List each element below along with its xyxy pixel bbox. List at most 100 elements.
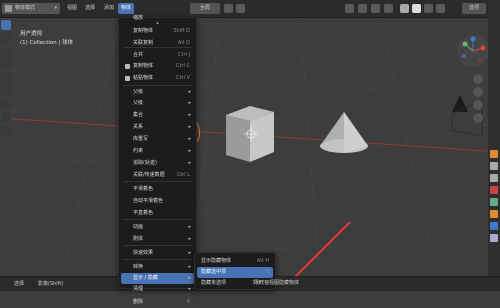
submenu-item-label: 显示隐藏物体 xyxy=(201,258,232,264)
object-menu-item[interactable]: 显示 / 隐藏 ▸ xyxy=(121,273,194,284)
clipboard-icon xyxy=(125,76,130,81)
extra-hint-label: 限时在视图隐藏物体 xyxy=(254,280,300,286)
annotate-tool[interactable] xyxy=(1,100,11,110)
menu-item-label: 平滑着色 xyxy=(133,186,154,192)
object-tab-icon[interactable] xyxy=(490,210,498,218)
submenu-arrow-icon: ▸ xyxy=(188,160,191,166)
menu-item-label: 集合 xyxy=(133,112,144,118)
menu-item-label: 平直着色 xyxy=(133,210,154,216)
submenu-arrow-icon: ▸ xyxy=(188,250,191,256)
camera-view-icon[interactable] xyxy=(473,100,483,110)
overlay-icon[interactable] xyxy=(371,4,380,13)
object-menu-item[interactable]: 自动平滑着色 xyxy=(121,196,194,207)
menu-item-shortcut: Alt D xyxy=(177,40,190,46)
header-bar: 物体模式 ▾ 视图 选择 添加 物体 全局 选项 xyxy=(0,0,500,18)
menu-item-label: 粘贴物体 xyxy=(133,75,154,81)
submenu-item-label: 隐藏选中项 xyxy=(201,269,227,275)
gizmo-toggle-icon[interactable] xyxy=(358,4,367,13)
rendered-shading-icon[interactable] xyxy=(436,4,445,13)
menu-item-shortcut: Ctrl J xyxy=(178,52,190,58)
object-menu-item[interactable]: 关联复制 Alt D xyxy=(121,38,194,49)
object-mode-icon xyxy=(5,5,12,12)
scale-tool[interactable] xyxy=(1,72,11,82)
pan-hand-icon[interactable] xyxy=(473,87,483,97)
zoom-icon[interactable] xyxy=(473,74,483,84)
object-menu-item[interactable]: 复制物体 Ctrl C xyxy=(121,61,194,72)
object-menu-item[interactable]: 追踪(轨迹) ▸ xyxy=(121,158,194,169)
submenu-item[interactable]: 显示隐藏物体 Alt H xyxy=(197,256,273,267)
object-menu-item[interactable]: 库重写 ▸ xyxy=(121,134,194,145)
object-menu-item[interactable]: 关联/传递数据 Ctrl L xyxy=(121,170,194,181)
menu-view[interactable]: 视图 xyxy=(67,3,77,14)
navigation-gizmo[interactable] xyxy=(456,34,490,68)
menu-item-shortcut: Ctrl V xyxy=(176,75,190,81)
output-tab-icon[interactable] xyxy=(490,174,498,182)
world-tab-icon[interactable] xyxy=(490,198,498,206)
submenu-arrow-icon: ▸ xyxy=(188,236,191,242)
submenu-item[interactable]: 隐藏选中项 H xyxy=(197,267,273,278)
proportional-edit-icon[interactable] xyxy=(236,4,245,13)
clipboard-icon xyxy=(125,64,130,69)
object-menu-item[interactable]: 动画 ▸ xyxy=(121,222,194,233)
material-shading-icon[interactable] xyxy=(424,4,433,13)
menu-item-label: 约束 xyxy=(133,148,144,154)
grid-view-icon[interactable] xyxy=(473,113,483,123)
submenu-item-label: 隐藏未选项 xyxy=(201,280,227,286)
rotate-tool[interactable] xyxy=(1,60,11,70)
transform-tool[interactable] xyxy=(1,84,11,94)
solid-shading-icon[interactable] xyxy=(412,4,421,13)
transform-orientation-select[interactable]: 全局 xyxy=(190,3,220,14)
object-menu-item[interactable]: 平滑着色 xyxy=(121,184,194,195)
menu-item-label: 自动平滑着色 xyxy=(133,198,164,204)
status-shift-label: 影像(Shift) xyxy=(38,281,64,287)
select-box-tool[interactable] xyxy=(1,20,11,30)
mode-select[interactable]: 物体模式 ▾ xyxy=(2,3,60,14)
xray-icon[interactable] xyxy=(384,4,393,13)
object-menu-item[interactable]: 转换 ▸ xyxy=(121,262,194,273)
menu-separator xyxy=(123,219,192,220)
collection-line: (1) Collection | 球体 xyxy=(20,40,74,46)
properties-tabs xyxy=(488,0,500,290)
object-menu-item[interactable]: 父级 ▸ xyxy=(121,98,194,109)
viewport-info: 用户透视 (1) Collection | 球体 xyxy=(20,30,73,48)
object-menu-item[interactable]: 平直着色 xyxy=(121,208,194,219)
object-menu-item[interactable]: 快速效果 ▸ xyxy=(121,248,194,259)
submenu-arrow-icon: ▸ xyxy=(188,148,191,154)
menu-separator xyxy=(123,259,192,260)
object-menu-item[interactable]: 合并 Ctrl J xyxy=(121,50,194,61)
options-button[interactable]: 选项 xyxy=(462,3,486,14)
menu-add[interactable]: 添加 xyxy=(104,3,114,14)
tool-tab-icon[interactable] xyxy=(490,150,498,158)
submenu-arrow-icon: ▸ xyxy=(188,136,191,142)
object-menu-item[interactable]: 父级 ▸ xyxy=(121,87,194,98)
menu-item-label: 动画 xyxy=(133,224,144,230)
menu-item-label: 关联复制 xyxy=(133,40,154,46)
menu-item-label: 复制物体 xyxy=(133,28,154,34)
physics-tab-icon[interactable] xyxy=(490,234,498,242)
object-menu-item[interactable]: 关系 ▸ xyxy=(121,122,194,133)
viewport-scene[interactable] xyxy=(0,0,500,290)
modifier-tab-icon[interactable] xyxy=(490,222,498,230)
menu-item-label: 关系 xyxy=(133,124,144,130)
add-cube-tool[interactable] xyxy=(1,126,11,136)
cursor-tool[interactable] xyxy=(1,33,11,43)
object-menu-item[interactable]: 缩放 xyxy=(121,13,194,24)
object-menu-item[interactable]: 粘贴物体 Ctrl V xyxy=(121,73,194,84)
menu-select[interactable]: 选择 xyxy=(85,3,95,14)
snap-icon[interactable] xyxy=(224,4,233,13)
menu-item-shortcut: Shift D xyxy=(173,28,190,34)
object-menu-item[interactable]: 删除 X xyxy=(121,297,194,308)
visibility-icon[interactable] xyxy=(345,4,354,13)
object-menu-item[interactable]: 集合 ▸ xyxy=(121,110,194,121)
menu-item-label: 快速效果 xyxy=(133,250,154,256)
render-tab-icon[interactable] xyxy=(490,162,498,170)
object-menu-item[interactable]: 复制物体 Shift D xyxy=(121,26,194,37)
move-tool[interactable] xyxy=(1,48,11,58)
menu-item-shortcut: Ctrl L xyxy=(176,172,190,178)
object-menu-item[interactable]: 刚体 ▸ xyxy=(121,234,194,245)
measure-tool[interactable] xyxy=(1,112,11,122)
object-menu: ▴ 缩放 复制物体 Shift D 关联复制 Alt D 合并 Ctrl J 复制物体 Ctrl… xyxy=(118,15,197,305)
wireframe-shading-icon[interactable] xyxy=(400,4,409,13)
object-menu-item[interactable]: 约束 ▸ xyxy=(121,146,194,157)
scene-tab-icon[interactable] xyxy=(490,186,498,194)
